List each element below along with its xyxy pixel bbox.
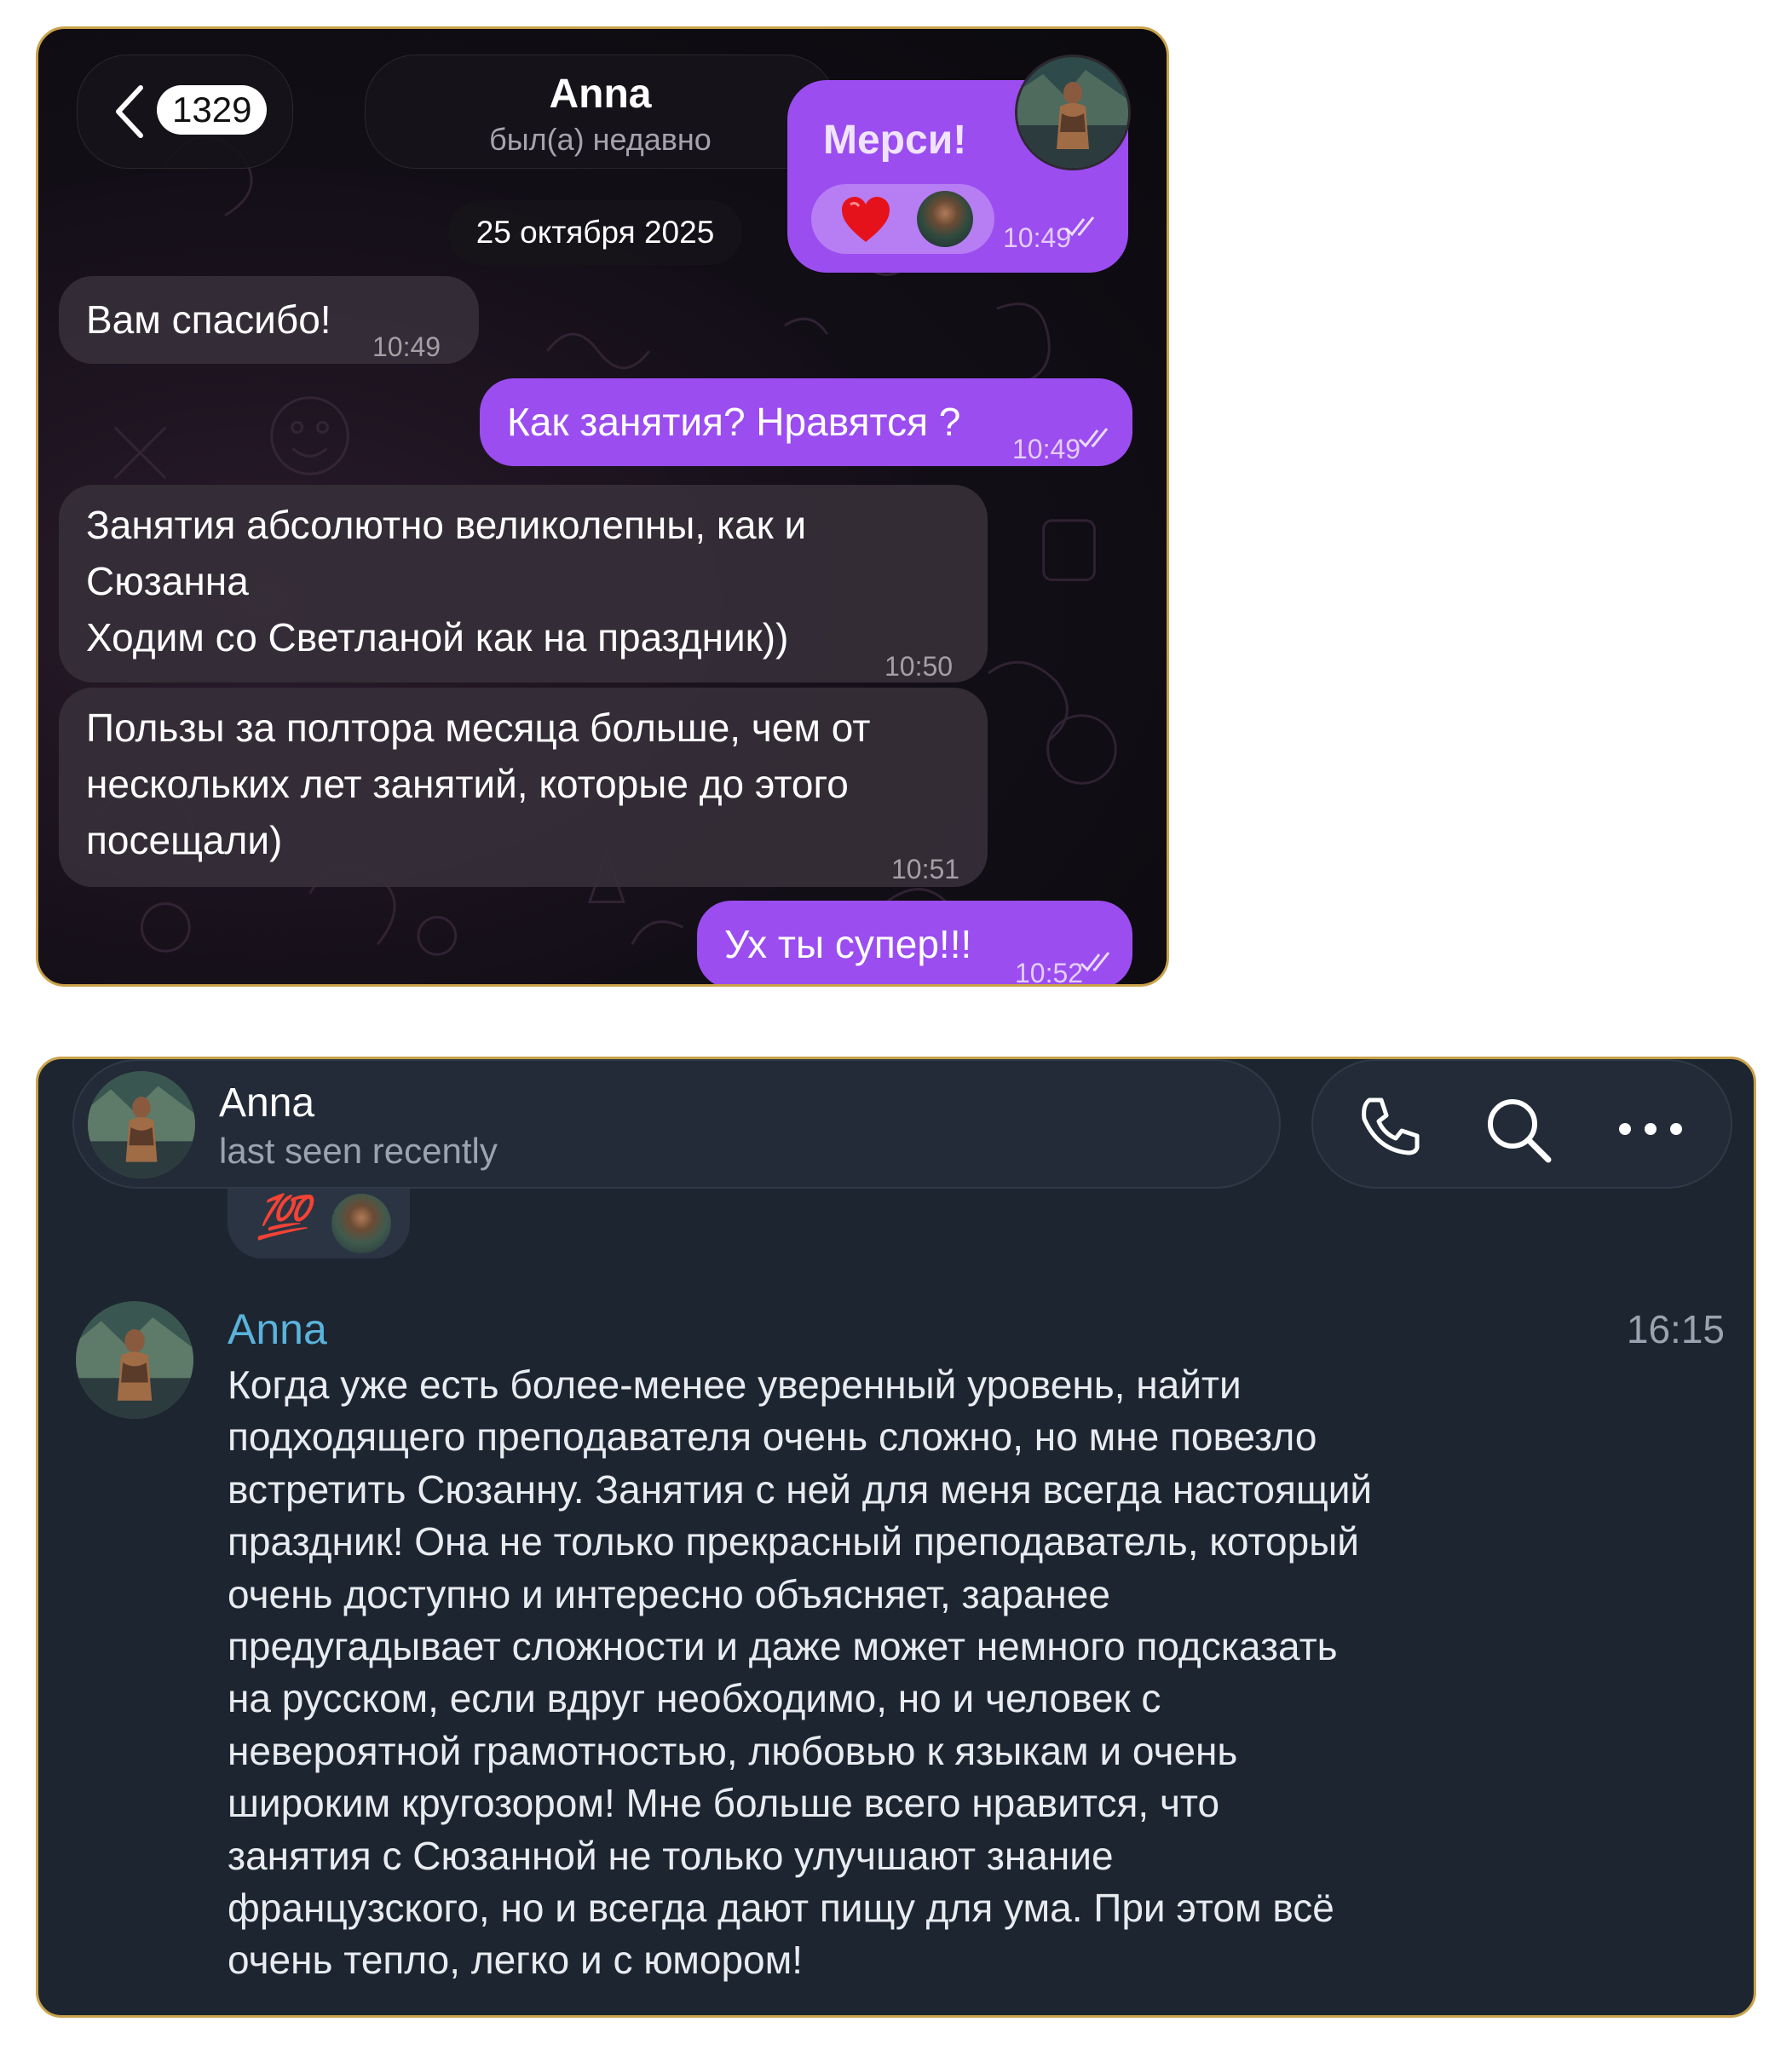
message-time: 10:51 (891, 854, 960, 884)
message-time: 16:15 (1626, 1307, 1725, 1351)
double-check-icon (1080, 952, 1110, 972)
message-time: 10:52 (1015, 958, 1084, 987)
message-time: 10:49 (1012, 434, 1081, 464)
contact-photo-icon (88, 1071, 195, 1178)
message-author-name[interactable]: Anna (228, 1305, 327, 1354)
chat-header[interactable]: Anna last seen recently (72, 1059, 1281, 1189)
double-check-icon (1078, 428, 1109, 448)
red-heart-icon (842, 197, 890, 242)
incoming-message-bubble[interactable]: Вам спасибо! 10:49 (59, 276, 479, 364)
incoming-message-bubble[interactable]: Занятия абсолютно великолепны, как и Сюз… (59, 485, 988, 683)
message-author-avatar[interactable] (76, 1301, 193, 1419)
reaction-avatar (331, 1194, 391, 1253)
double-check-icon (1064, 216, 1095, 237)
chat-actions (1311, 1059, 1732, 1189)
chat-title: Anna (549, 72, 652, 117)
chevron-left-icon (116, 85, 143, 138)
mobile-chat-screenshot: 1329 Anna был(а) недавно Мерси! 10:49 25… (36, 26, 1169, 987)
message-time: 10:50 (884, 651, 954, 682)
message-text: Пользы за полтора месяца больше, чем от … (86, 706, 871, 862)
phone-icon[interactable] (1351, 1092, 1426, 1167)
message-text: Занятия абсолютно великолепны, как и Сюз… (86, 503, 807, 660)
message-text: Вам спасибо! (86, 297, 331, 342)
date-separator: 25 октября 2025 (448, 200, 742, 265)
incoming-message-bubble[interactable]: Пользы за полтора месяца больше, чем от … (59, 688, 988, 887)
outgoing-message-bubble[interactable]: Как занятия? Нравятся ? 10:49 (480, 378, 1132, 466)
more-icon[interactable] (1613, 1092, 1688, 1167)
chat-title: Anna (219, 1080, 315, 1126)
reaction-chip[interactable] (811, 184, 994, 254)
outgoing-message-bubble[interactable]: Ух ты супер!!! 10:52 (697, 901, 1132, 987)
reaction-avatar (917, 191, 973, 247)
chat-status: был(а) недавно (489, 122, 712, 157)
message-text: Когда уже есть более-менее уверенный уро… (228, 1362, 1373, 1983)
search-icon[interactable] (1480, 1092, 1555, 1167)
unread-count-badge: 1329 (157, 85, 268, 135)
contact-avatar[interactable] (1015, 55, 1131, 170)
desktop-chat-screenshot: Anna last seen recently 💯 Anna 16:15 Ког… (36, 1057, 1756, 2018)
hundred-points-icon: 💯 (256, 1193, 309, 1241)
contact-photo-icon (1017, 57, 1128, 168)
message-time: 10:49 (1003, 222, 1072, 253)
contact-photo-icon (76, 1301, 193, 1419)
message-time: 10:49 (372, 331, 441, 362)
message-text: Мерси! (823, 118, 967, 163)
chat-status: last seen recently (219, 1131, 498, 1171)
message-text: Как занятия? Нравятся ? (507, 400, 961, 444)
message-text: Ух ты супер!!! (724, 922, 972, 966)
back-button[interactable]: 1329 (77, 55, 293, 169)
contact-avatar[interactable] (88, 1071, 195, 1178)
chat-header[interactable]: Anna был(а) недавно (365, 55, 836, 169)
reaction-chip[interactable]: 💯 (228, 1189, 410, 1259)
